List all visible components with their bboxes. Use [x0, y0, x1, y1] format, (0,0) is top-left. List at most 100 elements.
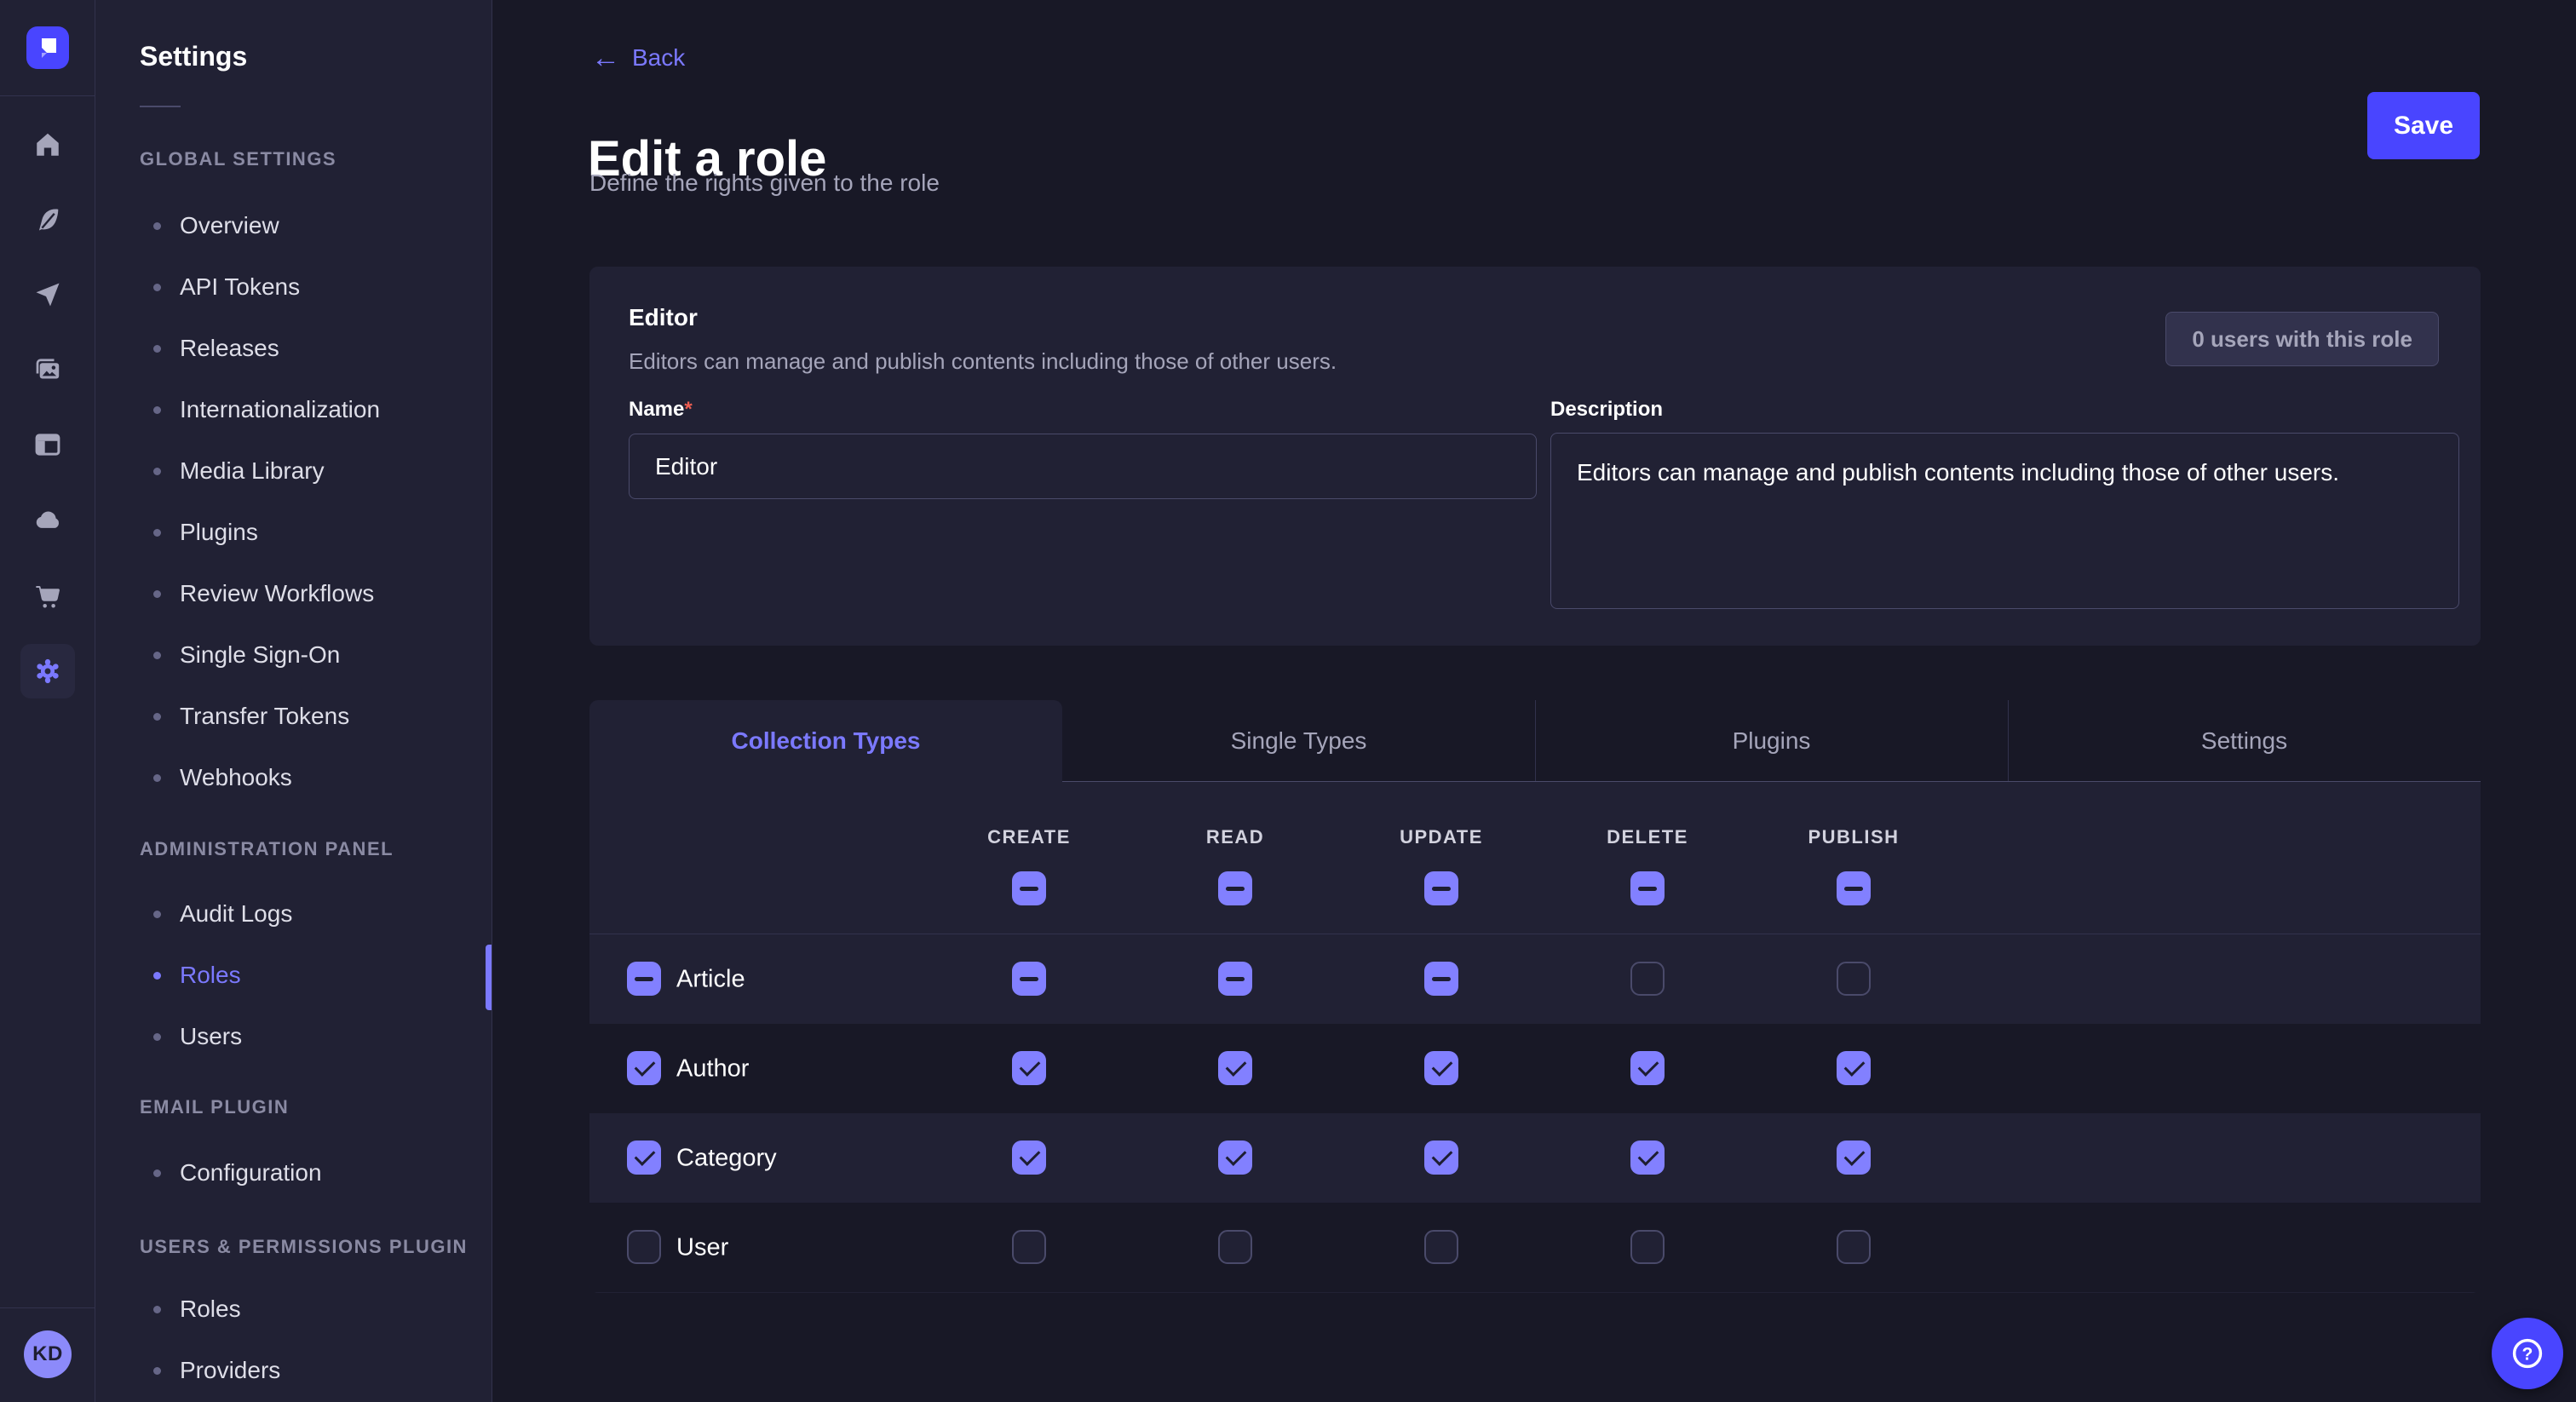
- sidebar-item-overview[interactable]: Overview: [95, 195, 492, 256]
- sidebar-item-media-library[interactable]: Media Library: [95, 440, 492, 502]
- description-textarea[interactable]: Editors can manage and publish contents …: [1550, 433, 2459, 609]
- checkbox-author-create[interactable]: [1012, 1051, 1046, 1085]
- tab-single-types[interactable]: Single Types: [1062, 700, 1535, 782]
- feather-icon[interactable]: [20, 192, 75, 247]
- sidebar-item-transfer-tokens[interactable]: Transfer Tokens: [95, 686, 492, 747]
- sidebar-item-webhooks[interactable]: Webhooks: [95, 747, 492, 808]
- select-all-read-checkbox[interactable]: [1218, 871, 1252, 905]
- help-button[interactable]: ?: [2492, 1318, 2563, 1389]
- row-checkbox[interactable]: [627, 962, 661, 996]
- home-icon[interactable]: [20, 118, 75, 172]
- section-email-plugin: EMAIL PLUGIN: [140, 1089, 492, 1125]
- checkbox-category-delete[interactable]: [1630, 1141, 1665, 1175]
- row-label: Category: [676, 1144, 777, 1172]
- sidebar-title: Settings: [140, 39, 492, 73]
- user-avatar[interactable]: KD: [24, 1330, 72, 1378]
- checkbox-article-read[interactable]: [1218, 962, 1252, 996]
- bullet-icon: [153, 406, 161, 414]
- checkbox-author-publish[interactable]: [1837, 1051, 1871, 1085]
- page-subtitle: Define the rights given to the role: [589, 167, 940, 199]
- tab-plugins[interactable]: Plugins: [1535, 700, 2008, 782]
- checkbox-author-delete[interactable]: [1630, 1051, 1665, 1085]
- row-label: Article: [676, 965, 745, 993]
- section-global-settings: GLOBAL SETTINGS: [140, 141, 492, 177]
- bullet-icon: [153, 1367, 161, 1375]
- checkbox-user-update[interactable]: [1424, 1230, 1458, 1264]
- bullet-icon: [153, 468, 161, 475]
- sidebar-item-review-workflows[interactable]: Review Workflows: [95, 563, 492, 624]
- sidebar-title-divider: [140, 106, 181, 107]
- name-field-label: Name*: [629, 398, 693, 422]
- section-administration-panel: ADMINISTRATION PANEL: [140, 831, 492, 867]
- tab-collection-types[interactable]: Collection Types: [589, 700, 1062, 782]
- icon-rail: KD: [0, 0, 95, 1402]
- media-library-icon[interactable]: [20, 342, 75, 397]
- sidebar-item-roles-active[interactable]: Roles: [95, 945, 492, 1006]
- checkbox-category-publish[interactable]: [1837, 1141, 1871, 1175]
- checkbox-user-read[interactable]: [1218, 1230, 1252, 1264]
- checkbox-author-update[interactable]: [1424, 1051, 1458, 1085]
- row-checkbox[interactable]: [627, 1051, 661, 1085]
- sidebar-item-up-roles[interactable]: Roles: [95, 1278, 492, 1340]
- sidebar-item-internationalization[interactable]: Internationalization: [95, 379, 492, 440]
- back-label: Back: [632, 44, 685, 72]
- column-header-create: CREATE: [987, 826, 1071, 848]
- tab-settings[interactable]: Settings: [2008, 700, 2481, 782]
- checkbox-user-publish[interactable]: [1837, 1230, 1871, 1264]
- bullet-icon: [153, 1169, 161, 1177]
- permissions-tabs: Collection Types Single Types Plugins Se…: [589, 700, 2481, 782]
- column-header-read: READ: [1206, 826, 1264, 848]
- sidebar-item-releases[interactable]: Releases: [95, 318, 492, 379]
- cart-icon[interactable]: [20, 569, 75, 623]
- sidebar-item-label: Releases: [180, 335, 279, 362]
- bullet-icon: [153, 1033, 161, 1041]
- checkbox-article-create[interactable]: [1012, 962, 1046, 996]
- checkbox-user-create[interactable]: [1012, 1230, 1046, 1264]
- sidebar-item-label: Webhooks: [180, 764, 292, 791]
- sidebar-item-api-tokens[interactable]: API Tokens: [95, 256, 492, 318]
- layout-icon[interactable]: [20, 417, 75, 472]
- sidebar-item-providers[interactable]: Providers: [95, 1340, 492, 1401]
- cloud-icon[interactable]: [20, 492, 75, 547]
- sidebar-item-single-sign-on[interactable]: Single Sign-On: [95, 624, 492, 686]
- back-link[interactable]: ← Back: [591, 36, 685, 80]
- select-all-publish-checkbox[interactable]: [1837, 871, 1871, 905]
- checkbox-user-delete[interactable]: [1630, 1230, 1665, 1264]
- paper-plane-icon[interactable]: [20, 267, 75, 322]
- permissions-table: CREATE READ UPDATE DELETE PUBLISH Articl…: [589, 782, 2481, 1293]
- save-button[interactable]: Save: [2367, 92, 2480, 159]
- column-header-update: UPDATE: [1400, 826, 1483, 848]
- sidebar-item-users[interactable]: Users: [95, 1006, 492, 1067]
- checkbox-category-update[interactable]: [1424, 1141, 1458, 1175]
- logo-box[interactable]: [0, 0, 95, 96]
- arrow-left-icon: ←: [591, 43, 620, 72]
- checkbox-article-delete[interactable]: [1630, 962, 1665, 996]
- select-all-create-checkbox[interactable]: [1012, 871, 1046, 905]
- permission-row-user: User: [589, 1203, 2481, 1292]
- required-asterisk: *: [684, 398, 692, 421]
- bullet-icon: [153, 774, 161, 782]
- sidebar-item-configuration[interactable]: Configuration: [95, 1142, 492, 1204]
- bullet-icon: [153, 529, 161, 537]
- sidebar-item-plugins[interactable]: Plugins: [95, 502, 492, 563]
- sidebar-item-label: API Tokens: [180, 273, 300, 301]
- row-checkbox[interactable]: [627, 1141, 661, 1175]
- sidebar-item-audit-logs[interactable]: Audit Logs: [95, 883, 492, 945]
- users-with-role-badge[interactable]: 0 users with this role: [2165, 312, 2439, 366]
- sidebar-item-label: Plugins: [180, 519, 258, 546]
- checkbox-article-publish[interactable]: [1837, 962, 1871, 996]
- checkbox-category-create[interactable]: [1012, 1141, 1046, 1175]
- settings-gear-icon[interactable]: [20, 644, 75, 698]
- select-all-update-checkbox[interactable]: [1424, 871, 1458, 905]
- strapi-logo-icon: [26, 26, 69, 69]
- row-checkbox[interactable]: [627, 1230, 661, 1264]
- checkbox-author-read[interactable]: [1218, 1051, 1252, 1085]
- sidebar-item-label: Roles: [180, 962, 241, 989]
- checkbox-category-read[interactable]: [1218, 1141, 1252, 1175]
- select-all-delete-checkbox[interactable]: [1630, 871, 1665, 905]
- name-input[interactable]: [629, 434, 1537, 499]
- checkbox-article-update[interactable]: [1424, 962, 1458, 996]
- settings-sidebar: Settings GLOBAL SETTINGS Overview API To…: [95, 0, 492, 1402]
- bullet-icon: [153, 284, 161, 291]
- sidebar-item-label: Providers: [180, 1357, 280, 1384]
